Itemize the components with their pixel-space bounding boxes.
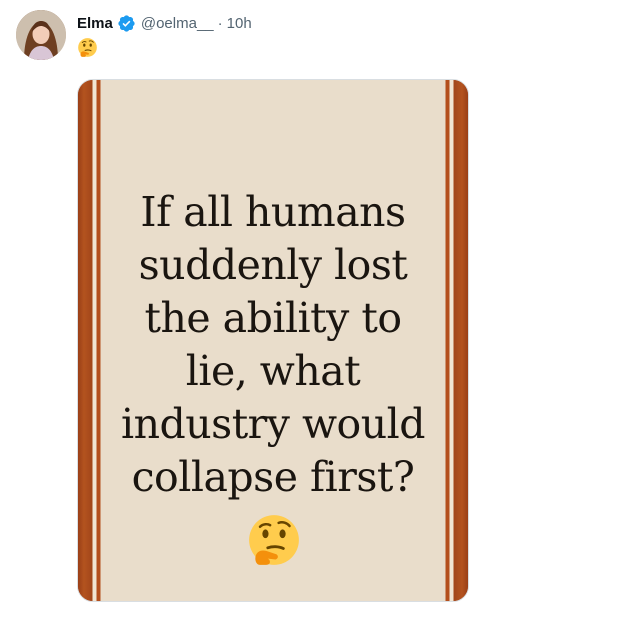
image-question-text: If all humans suddenly lost the ability … — [120, 188, 426, 501]
tweet-text — [77, 37, 98, 59]
thinking-face-emoji-icon — [246, 512, 302, 568]
author-name[interactable]: Elma — [77, 15, 113, 32]
tweet-image[interactable]: If all humans suddenly lost the ability … — [77, 79, 469, 602]
author-handle[interactable]: @oelma__ — [141, 15, 214, 32]
separator-dot: · — [217, 14, 223, 32]
verified-badge-icon[interactable] — [117, 14, 136, 33]
tweet-header: Elma @oelma__ · 10h — [77, 12, 252, 34]
avatar[interactable] — [16, 10, 66, 60]
thinking-face-emoji-icon — [77, 37, 98, 58]
tweet-timestamp[interactable]: 10h — [227, 15, 252, 32]
tweet[interactable]: Elma @oelma__ · 10h If all humans sudden… — [0, 0, 631, 618]
